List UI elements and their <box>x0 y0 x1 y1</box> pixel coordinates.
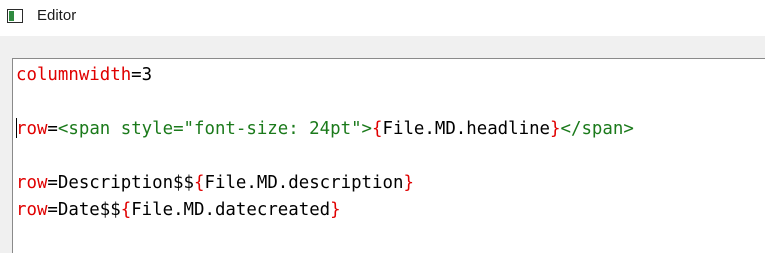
code-token-tag: </span> <box>560 119 634 139</box>
code-line[interactable]: columnwidth=3 <box>16 62 765 89</box>
code-line[interactable] <box>16 143 765 170</box>
code-token-txt: File.MD.description <box>204 173 404 193</box>
code-editor[interactable]: columnwidth=3 row=<span style="font-size:… <box>16 62 765 253</box>
code-token-txt: =3 <box>131 65 153 85</box>
editor-window: Editor columnwidth=3 row=<span style="fon… <box>0 0 765 253</box>
code-token-brace: } <box>403 173 414 193</box>
code-token-txt: File.MD.datecreated <box>131 200 331 220</box>
code-line[interactable]: row=Date$${File.MD.datecreated} <box>16 197 765 224</box>
code-token-kw: row <box>16 119 48 139</box>
code-token-kw: row <box>16 173 48 193</box>
code-token-txt: =Description$$ <box>47 173 195 193</box>
code-token-brace: { <box>372 119 383 139</box>
code-token-brace: { <box>194 173 205 193</box>
code-token-txt: File.MD.headline <box>382 119 551 139</box>
code-token-brace: } <box>330 200 341 220</box>
code-token-kw: columnwidth <box>16 65 132 85</box>
code-token-tag: <span style="font-size: 24pt"> <box>57 119 373 139</box>
window-title: Editor <box>37 7 77 24</box>
window-app-icon-pane <box>9 11 14 21</box>
code-token-kw: row <box>16 200 48 220</box>
code-token-brace: } <box>550 119 561 139</box>
code-line[interactable]: row=<span style="font-size: 24pt">{File.… <box>16 116 765 143</box>
code-token-brace: { <box>120 200 132 220</box>
title-bar[interactable]: Editor <box>0 0 765 36</box>
code-editor-frame[interactable]: columnwidth=3 row=<span style="font-size:… <box>12 58 765 253</box>
code-token-txt: = <box>47 119 58 139</box>
code-line[interactable]: row=Description$${File.MD.description} <box>16 170 765 197</box>
code-token-txt: =Date$$ <box>47 200 121 220</box>
window-app-icon <box>7 9 23 23</box>
code-line[interactable] <box>16 89 765 116</box>
